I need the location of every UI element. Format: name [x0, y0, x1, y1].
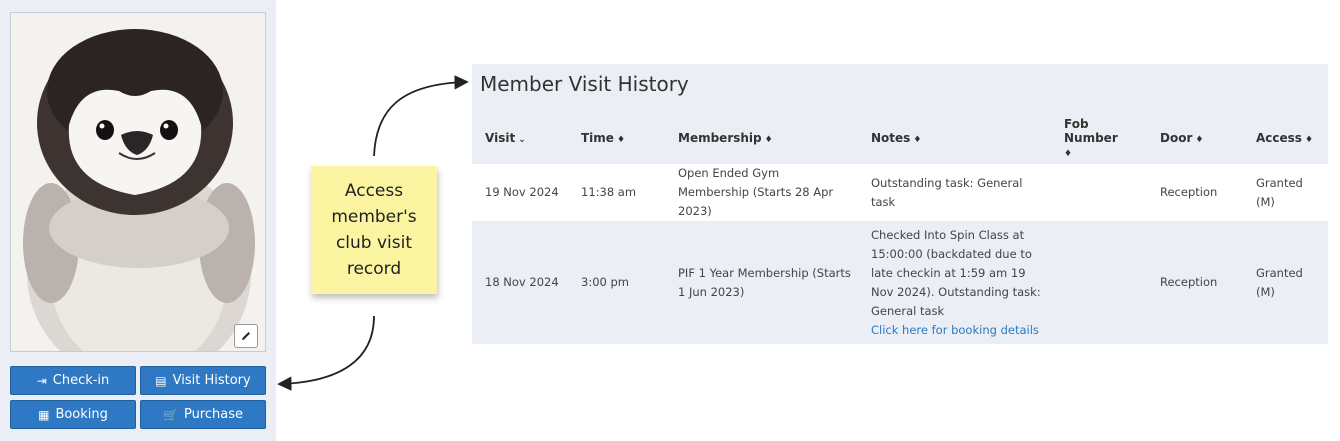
column-header-fob-number[interactable]: Fob Number ♦ — [1051, 112, 1147, 164]
cell-fob-number — [1051, 164, 1147, 221]
cell-fob-number — [1051, 221, 1147, 344]
table-row: 19 Nov 2024 11:38 am Open Ended Gym Memb… — [472, 164, 1328, 221]
sort-icon: ♦ — [1064, 149, 1073, 159]
sort-icon: ♦ — [1304, 135, 1314, 145]
sort-icon: ♦ — [616, 135, 626, 145]
cell-door: Reception — [1147, 164, 1243, 221]
cell-notes: Outstanding task: General task — [858, 164, 1051, 221]
column-header-membership[interactable]: Membership ♦ — [665, 112, 858, 164]
cell-visit: 18 Nov 2024 — [472, 221, 568, 344]
notes-text: Checked Into Spin Class at 15:00:00 (bac… — [871, 227, 1041, 318]
annotation-sticky-note: Access member's club visit record — [311, 166, 437, 294]
cell-membership: PIF 1 Year Membership (Starts 1 Jun 2023… — [665, 221, 858, 344]
sort-icon: ♦ — [1195, 135, 1204, 145]
note-line: record — [346, 259, 402, 279]
visit-history-panel: Member Visit History Visit ⌄ Time ♦ Member… — [472, 64, 1328, 344]
table-row: 18 Nov 2024 3:00 pm PIF 1 Year Membershi… — [472, 221, 1328, 344]
visit-history-table: Visit ⌄ Time ♦ Membership ♦ Notes ♦ Fob Numb… — [472, 112, 1328, 344]
column-header-door[interactable]: Door ♦ — [1147, 112, 1243, 164]
cell-door: Reception — [1147, 221, 1243, 344]
column-header-notes[interactable]: Notes ♦ — [858, 112, 1051, 164]
arrow-to-visit-button — [277, 315, 375, 391]
booking-details-link[interactable]: Click here for booking details — [871, 321, 1045, 340]
cell-notes: Checked Into Spin Class at 15:00:00 (bac… — [858, 221, 1051, 344]
note-line: club visit — [335, 233, 413, 253]
arrow-to-history — [373, 75, 469, 157]
cell-time: 11:38 am — [568, 164, 665, 221]
sort-icon: ♦ — [913, 135, 922, 145]
sort-icon: ♦ — [764, 135, 773, 145]
cell-time: 3:00 pm — [568, 221, 665, 344]
sort-desc-icon: ⌄ — [518, 135, 526, 145]
cell-access: Granted (M) — [1243, 221, 1328, 344]
page-title: Member Visit History — [480, 72, 689, 96]
column-header-visit[interactable]: Visit ⌄ — [472, 112, 568, 164]
note-line: member's — [331, 207, 417, 227]
note-line: Access — [344, 181, 404, 201]
cell-membership: Open Ended Gym Membership (Starts 28 Apr… — [665, 164, 858, 221]
cell-access: Granted (M) — [1243, 164, 1328, 221]
table-header-row: Visit ⌄ Time ♦ Membership ♦ Notes ♦ Fob Numb… — [472, 112, 1328, 164]
column-header-access[interactable]: Access ♦ — [1243, 112, 1328, 164]
column-header-time[interactable]: Time ♦ — [568, 112, 665, 164]
cell-visit: 19 Nov 2024 — [472, 164, 568, 221]
